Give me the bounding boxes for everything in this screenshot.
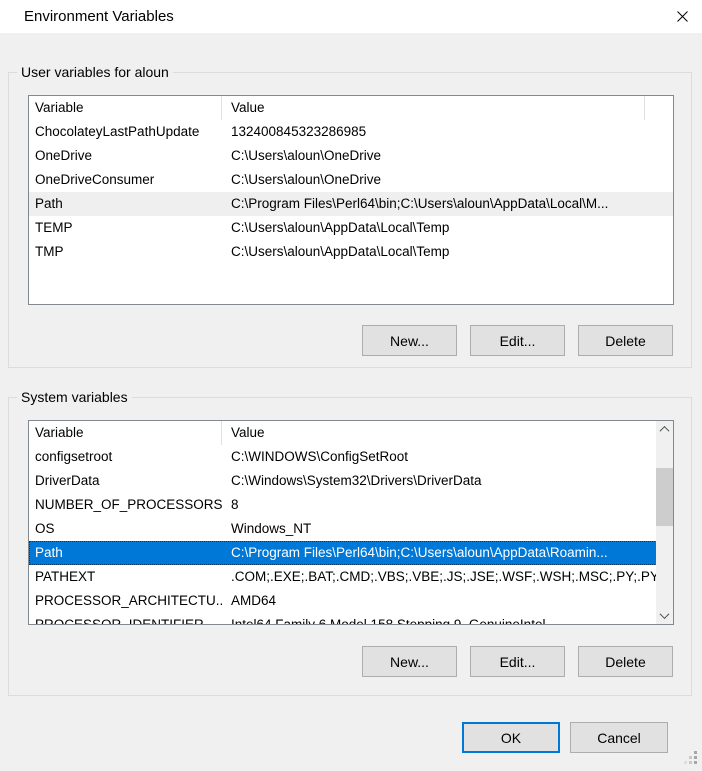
- table-row-selected-inactive[interactable]: Path C:\Program Files\Perl64\bin;C:\User…: [29, 192, 673, 216]
- variable-cell: PROCESSOR_ARCHITECTU...: [29, 589, 222, 613]
- variable-cell: PATHEXT: [29, 565, 222, 589]
- variable-cell: NUMBER_OF_PROCESSORS: [29, 493, 222, 517]
- value-cell: C:\Users\aloun\OneDrive: [222, 168, 673, 192]
- vertical-scrollbar[interactable]: [656, 421, 673, 624]
- value-cell: AMD64: [222, 589, 673, 613]
- resize-grip-icon[interactable]: [684, 751, 698, 765]
- system-new-button[interactable]: New...: [362, 646, 457, 677]
- table-row[interactable]: TEMP C:\Users\aloun\AppData\Local\Temp: [29, 216, 673, 240]
- value-cell: C:\Users\aloun\AppData\Local\Temp: [222, 240, 673, 264]
- value-cell: 132400845323286985: [222, 120, 673, 144]
- environment-variables-dialog: Environment Variables User variables for…: [0, 0, 702, 771]
- variable-cell: Path: [29, 541, 222, 565]
- table-row[interactable]: PROCESSOR_IDENTIFIER Intel64 Family 6 Mo…: [29, 613, 673, 625]
- table-row[interactable]: OneDriveConsumer C:\Users\aloun\OneDrive: [29, 168, 673, 192]
- chevron-up-icon: [660, 426, 670, 436]
- scrollbar-thumb[interactable]: [656, 468, 673, 526]
- title-bar: Environment Variables: [0, 0, 702, 33]
- table-row[interactable]: NUMBER_OF_PROCESSORS 8: [29, 493, 673, 517]
- user-variables-table: Variable Value ChocolateyLastPathUpdate …: [28, 95, 674, 305]
- variable-cell: DriverData: [29, 469, 222, 493]
- column-header-value[interactable]: Value: [222, 421, 673, 445]
- table-row[interactable]: PROCESSOR_ARCHITECTU... AMD64: [29, 589, 673, 613]
- table-row[interactable]: configsetroot C:\WINDOWS\ConfigSetRoot: [29, 445, 673, 469]
- column-header-filler: [645, 96, 673, 120]
- column-header-value[interactable]: Value: [222, 96, 645, 120]
- value-cell: C:\Program Files\Perl64\bin;C:\Users\alo…: [222, 541, 673, 565]
- variable-cell: ChocolateyLastPathUpdate: [29, 120, 222, 144]
- variable-cell: Path: [29, 192, 222, 216]
- value-cell: C:\Users\aloun\AppData\Local\Temp: [222, 216, 673, 240]
- table-row-selected[interactable]: Path C:\Program Files\Perl64\bin;C:\User…: [29, 541, 673, 565]
- scrollbar-track[interactable]: [656, 438, 673, 607]
- system-variables-group-label: System variables: [17, 389, 132, 406]
- table-row[interactable]: OneDrive C:\Users\aloun\OneDrive: [29, 144, 673, 168]
- variable-cell: OneDrive: [29, 144, 222, 168]
- chevron-down-icon: [660, 609, 670, 619]
- cancel-button[interactable]: Cancel: [570, 722, 668, 753]
- variable-cell: TMP: [29, 240, 222, 264]
- user-edit-button[interactable]: Edit...: [470, 325, 565, 356]
- table-header: Variable Value: [29, 96, 673, 120]
- value-cell: C:\Program Files\Perl64\bin;C:\Users\alo…: [222, 192, 673, 216]
- table-row[interactable]: ChocolateyLastPathUpdate 132400845323286…: [29, 120, 673, 144]
- variable-cell: PROCESSOR_IDENTIFIER: [29, 613, 222, 625]
- user-new-button[interactable]: New...: [362, 325, 457, 356]
- column-header-variable[interactable]: Variable: [29, 96, 222, 120]
- variable-cell: configsetroot: [29, 445, 222, 469]
- table-row[interactable]: PATHEXT .COM;.EXE;.BAT;.CMD;.VBS;.VBE;.J…: [29, 565, 673, 589]
- column-header-variable[interactable]: Variable: [29, 421, 222, 445]
- value-cell: C:\Users\aloun\OneDrive: [222, 144, 673, 168]
- value-cell: C:\Windows\System32\Drivers\DriverData: [222, 469, 673, 493]
- user-variables-group-label: User variables for aloun: [17, 64, 173, 81]
- table-row[interactable]: OS Windows_NT: [29, 517, 673, 541]
- value-cell: Windows_NT: [222, 517, 673, 541]
- variable-cell: OS: [29, 517, 222, 541]
- value-cell: .COM;.EXE;.BAT;.CMD;.VBS;.VBE;.JS;.JSE;.…: [222, 565, 673, 589]
- value-cell: 8: [222, 493, 673, 517]
- table-row[interactable]: TMP C:\Users\aloun\AppData\Local\Temp: [29, 240, 673, 264]
- system-delete-button[interactable]: Delete: [578, 646, 673, 677]
- scroll-up-button[interactable]: [656, 421, 673, 438]
- user-delete-button[interactable]: Delete: [578, 325, 673, 356]
- close-icon: [676, 10, 689, 23]
- close-button[interactable]: [668, 3, 696, 29]
- ok-button[interactable]: OK: [462, 722, 560, 753]
- variable-cell: TEMP: [29, 216, 222, 240]
- value-cell: C:\WINDOWS\ConfigSetRoot: [222, 445, 673, 469]
- table-header: Variable Value: [29, 421, 673, 445]
- system-edit-button[interactable]: Edit...: [470, 646, 565, 677]
- system-variables-table: Variable Value configsetroot C:\WINDOWS\…: [28, 420, 674, 625]
- value-cell: Intel64 Family 6 Model 158 Stepping 9, G…: [222, 613, 673, 625]
- table-row[interactable]: DriverData C:\Windows\System32\Drivers\D…: [29, 469, 673, 493]
- scroll-down-button[interactable]: [656, 607, 673, 624]
- window-title: Environment Variables: [24, 0, 174, 33]
- variable-cell: OneDriveConsumer: [29, 168, 222, 192]
